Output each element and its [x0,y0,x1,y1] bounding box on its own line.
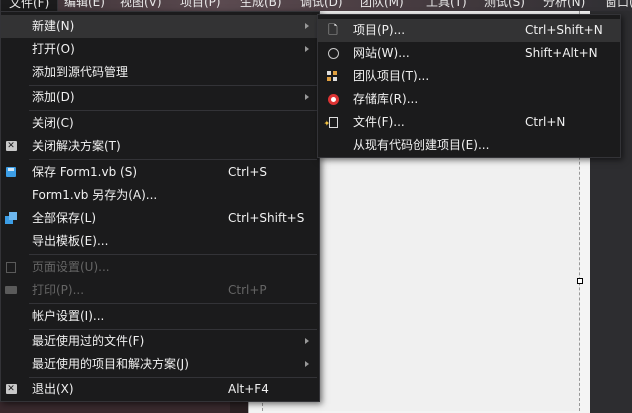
menu-separator [29,303,317,304]
menu-item-save-as[interactable]: Form1.vb 另存为(A)... [1,184,319,207]
team-project-icon [326,69,340,83]
submenu-item-new-website[interactable]: 网站(W)... Shift+Alt+N [318,42,620,65]
menu-item-label: 全部保存(L) [32,211,97,225]
menu-item-open[interactable]: 打开(O) [1,38,319,61]
new-project-icon: 🗋 [328,22,338,37]
close-solution-icon: ✕ [5,141,17,151]
menu-item-label: 项目(P)... [353,23,406,37]
menu-edit[interactable]: 编辑(E) [56,0,113,11]
menu-item-shortcut: Ctrl+Shift+N [525,23,603,37]
menu-project[interactable]: 项目(P) [172,0,229,11]
menu-item-recent-projects[interactable]: 最近使用的项目和解决方案(J) [1,353,319,376]
menu-file[interactable]: 文件(F) [0,0,59,11]
menu-item-label: Form1.vb 另存为(A)... [32,188,158,202]
menu-item-label: 添加(D) [32,90,75,104]
menu-item-close[interactable]: 关闭(C) [1,112,319,135]
submenu-arrow-icon [305,23,309,29]
menu-item-label: 关闭解决方案(T) [32,139,121,153]
menu-test[interactable]: 测试(S) [476,0,533,11]
menu-view[interactable]: 视图(V) [112,0,170,11]
submenu-arrow-icon [305,94,309,100]
menu-separator [29,110,317,111]
menu-item-label: 从现有代码创建项目(E)... [353,138,490,152]
new-submenu-dropdown: 🗋 项目(P)... Ctrl+Shift+N 网站(W)... Shift+A… [317,14,621,158]
menu-item-label: 最近使用过的文件(F) [32,334,145,348]
menu-item-label: 关闭(C) [32,116,74,130]
submenu-item-repository[interactable]: 存储库(R)... [318,88,620,111]
menu-item-shortcut: Alt+F4 [228,382,269,396]
menu-item-label: 网站(W)... [353,46,410,60]
menu-item-label: 新建(N) [32,19,75,33]
menu-separator [29,159,317,160]
submenu-arrow-icon [305,46,309,52]
menu-build[interactable]: 生成(B) [232,0,290,11]
save-icon [4,165,18,179]
save-all-icon [4,211,18,225]
menu-item-print[interactable]: 打印(P)... Ctrl+P [1,279,319,302]
menu-item-recent-files[interactable]: 最近使用过的文件(F) [1,330,319,353]
submenu-item-project-from-existing-code[interactable]: 从现有代码创建项目(E)... [318,134,620,157]
menu-item-label: 退出(X) [32,382,74,396]
website-icon [326,46,340,60]
menu-team[interactable]: 团队(M) [352,0,412,11]
menu-item-label: 导出模板(E)... [32,234,109,248]
menu-item-label: 打开(O) [32,42,75,56]
menu-item-add[interactable]: 添加(D) [1,86,319,109]
form-resize-handle[interactable] [577,278,583,284]
menu-item-label: 添加到源代码管理 [32,65,129,79]
menu-item-save[interactable]: 保存 Form1.vb (S) Ctrl+S [1,161,319,184]
menu-separator [29,254,317,255]
menu-tools[interactable]: 工具(T) [418,0,475,11]
page-setup-icon [4,260,18,274]
exit-icon: ✕ [5,384,17,394]
menu-item-page-setup[interactable]: 页面设置(U)... [1,256,319,279]
menu-item-label: 存储库(R)... [353,92,419,106]
menu-item-label: 帐户设置(I)... [32,309,105,323]
menu-item-close-solution[interactable]: ✕ 关闭解决方案(T) [1,135,319,158]
submenu-item-new-project[interactable]: 🗋 项目(P)... Ctrl+Shift+N [318,19,620,42]
menu-item-exit[interactable]: ✕ 退出(X) Alt+F4 [1,378,319,401]
menu-item-account-settings[interactable]: 帐户设置(I)... [1,305,319,328]
file-menu-dropdown: 新建(N) 打开(O) 添加到源代码管理 添加(D) 关闭(C) ✕ 关闭解决方… [0,11,320,402]
main-menubar: 文件(F) 编辑(E) 视图(V) 项目(P) 生成(B) 调试(D) 团队(M… [0,0,632,11]
menu-item-new[interactable]: 新建(N) [1,15,319,38]
submenu-item-team-project[interactable]: 团队项目(T)... [318,65,620,88]
menu-item-save-all[interactable]: 全部保存(L) Ctrl+Shift+S [1,207,319,230]
menu-item-label: 最近使用的项目和解决方案(J) [32,357,189,371]
menu-item-label: 打印(P)... [32,283,85,297]
menu-debug[interactable]: 调试(D) [292,0,351,11]
menu-analyze[interactable]: 分析(N) [535,0,593,11]
repository-icon [326,92,340,106]
menu-item-shortcut: Shift+Alt+N [525,46,598,60]
menu-item-add-to-source-control[interactable]: 添加到源代码管理 [1,61,319,84]
submenu-arrow-icon [305,338,309,344]
menu-item-export-template[interactable]: 导出模板(E)... [1,230,319,253]
menu-item-shortcut: Ctrl+N [525,115,566,129]
menu-item-label: 团队项目(T)... [353,69,430,83]
menu-item-shortcut: Ctrl+S [228,165,268,179]
menu-item-label: 文件(F)... [353,115,405,129]
menu-item-shortcut: Ctrl+P [228,283,267,297]
submenu-item-new-file[interactable]: 文件(F)... Ctrl+N [318,111,620,135]
print-icon [4,283,18,297]
new-file-icon [324,112,340,135]
menu-item-shortcut: Ctrl+Shift+S [228,211,305,225]
menu-item-label: 页面设置(U)... [32,260,110,274]
menu-window[interactable]: 窗口(W) [597,0,632,11]
submenu-arrow-icon [305,361,309,367]
menu-item-label: 保存 Form1.vb (S) [32,165,138,179]
